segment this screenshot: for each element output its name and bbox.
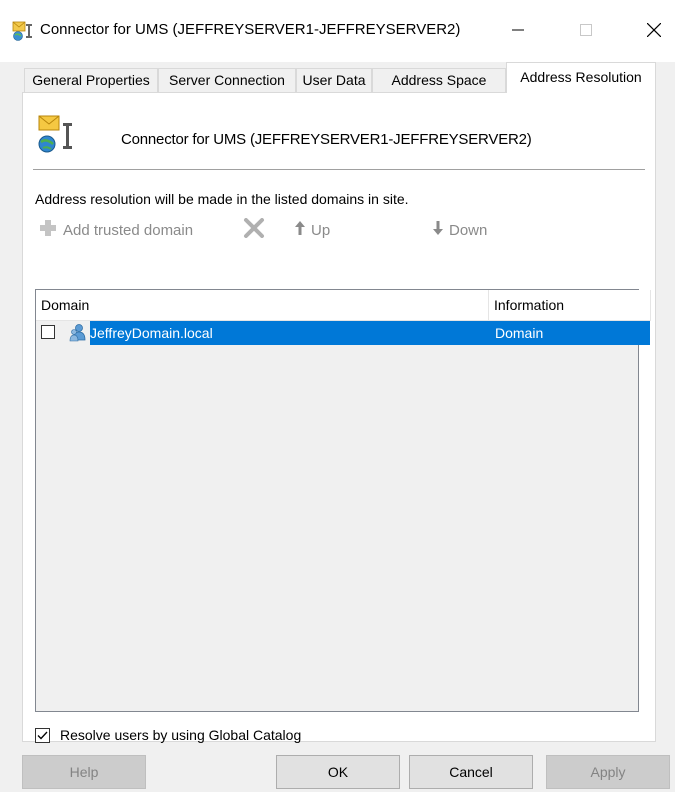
help-button[interactable]: Help	[22, 755, 146, 789]
column-header-information[interactable]: Information	[489, 290, 651, 321]
global-catalog-checkbox[interactable]	[35, 727, 50, 743]
list-header: Domain Information	[36, 290, 651, 321]
connector-icon	[37, 113, 77, 157]
arrow-down-icon	[433, 221, 443, 239]
ok-button[interactable]: OK	[276, 755, 400, 789]
domain-information: Domain	[495, 325, 544, 341]
domain-name: JeffreyDomain.local	[90, 325, 213, 341]
domain-checkbox[interactable]	[41, 325, 55, 339]
minimize-button[interactable]	[498, 14, 538, 48]
domain-icon	[69, 323, 89, 343]
global-catalog-option[interactable]: Resolve users by using Global Catalog	[35, 725, 301, 745]
domain-toolbar: Add trusted domain Up Down	[35, 217, 635, 243]
tab-address-resolution[interactable]: Address Resolution	[506, 62, 656, 93]
tab-general-properties[interactable]: General Properties	[24, 68, 158, 93]
move-down-label: Down	[449, 221, 488, 239]
connector-header: Connector for UMS (JEFFREYSERVER1-JEFFRE…	[23, 93, 655, 171]
tab-address-space[interactable]: Address Space	[372, 68, 506, 93]
maximize-icon	[580, 23, 592, 39]
dialog-body: General Properties Server Connection Use…	[0, 62, 675, 792]
move-up-label: Up	[311, 221, 331, 239]
connector-icon	[12, 20, 34, 42]
window-title: Connector for UMS (JEFFREYSERVER1-JEFFRE…	[40, 21, 461, 38]
arrow-up-icon	[295, 221, 305, 239]
title-bar: Connector for UMS (JEFFREYSERVER1-JEFFRE…	[0, 0, 675, 62]
domain-list[interactable]: Domain Information JeffreyDomain.local D…	[35, 289, 651, 712]
global-catalog-label: Resolve users by using Global Catalog	[60, 727, 302, 743]
tab-strip: General Properties Server Connection Use…	[24, 62, 656, 93]
add-trusted-domain-label: Add trusted domain	[63, 221, 194, 239]
maximize-button[interactable]	[566, 14, 606, 48]
remove-domain-button[interactable]	[243, 217, 265, 243]
cancel-button[interactable]: Cancel	[409, 755, 533, 789]
tab-page-address-resolution: Connector for UMS (JEFFREYSERVER1-JEFFRE…	[22, 92, 656, 745]
apply-button[interactable]: Apply	[546, 755, 670, 789]
delete-icon	[243, 218, 265, 242]
list-item[interactable]: JeffreyDomain.local Domain	[36, 321, 650, 345]
add-icon	[39, 219, 57, 241]
move-up-button[interactable]: Up	[295, 217, 330, 243]
column-header-domain[interactable]: Domain	[36, 290, 489, 321]
header-separator	[33, 169, 645, 170]
minimize-icon	[512, 23, 524, 39]
tab-server-connection[interactable]: Server Connection	[158, 68, 296, 93]
move-down-button[interactable]: Down	[433, 217, 487, 243]
close-button[interactable]	[634, 14, 674, 48]
close-icon	[646, 22, 662, 40]
connector-name: Connector for UMS (JEFFREYSERVER1-JEFFRE…	[121, 131, 532, 148]
add-trusted-domain-button[interactable]: Add trusted domain	[39, 217, 193, 243]
description-text: Address resolution will be made in the l…	[35, 191, 409, 207]
tab-user-data[interactable]: User Data	[296, 68, 372, 93]
